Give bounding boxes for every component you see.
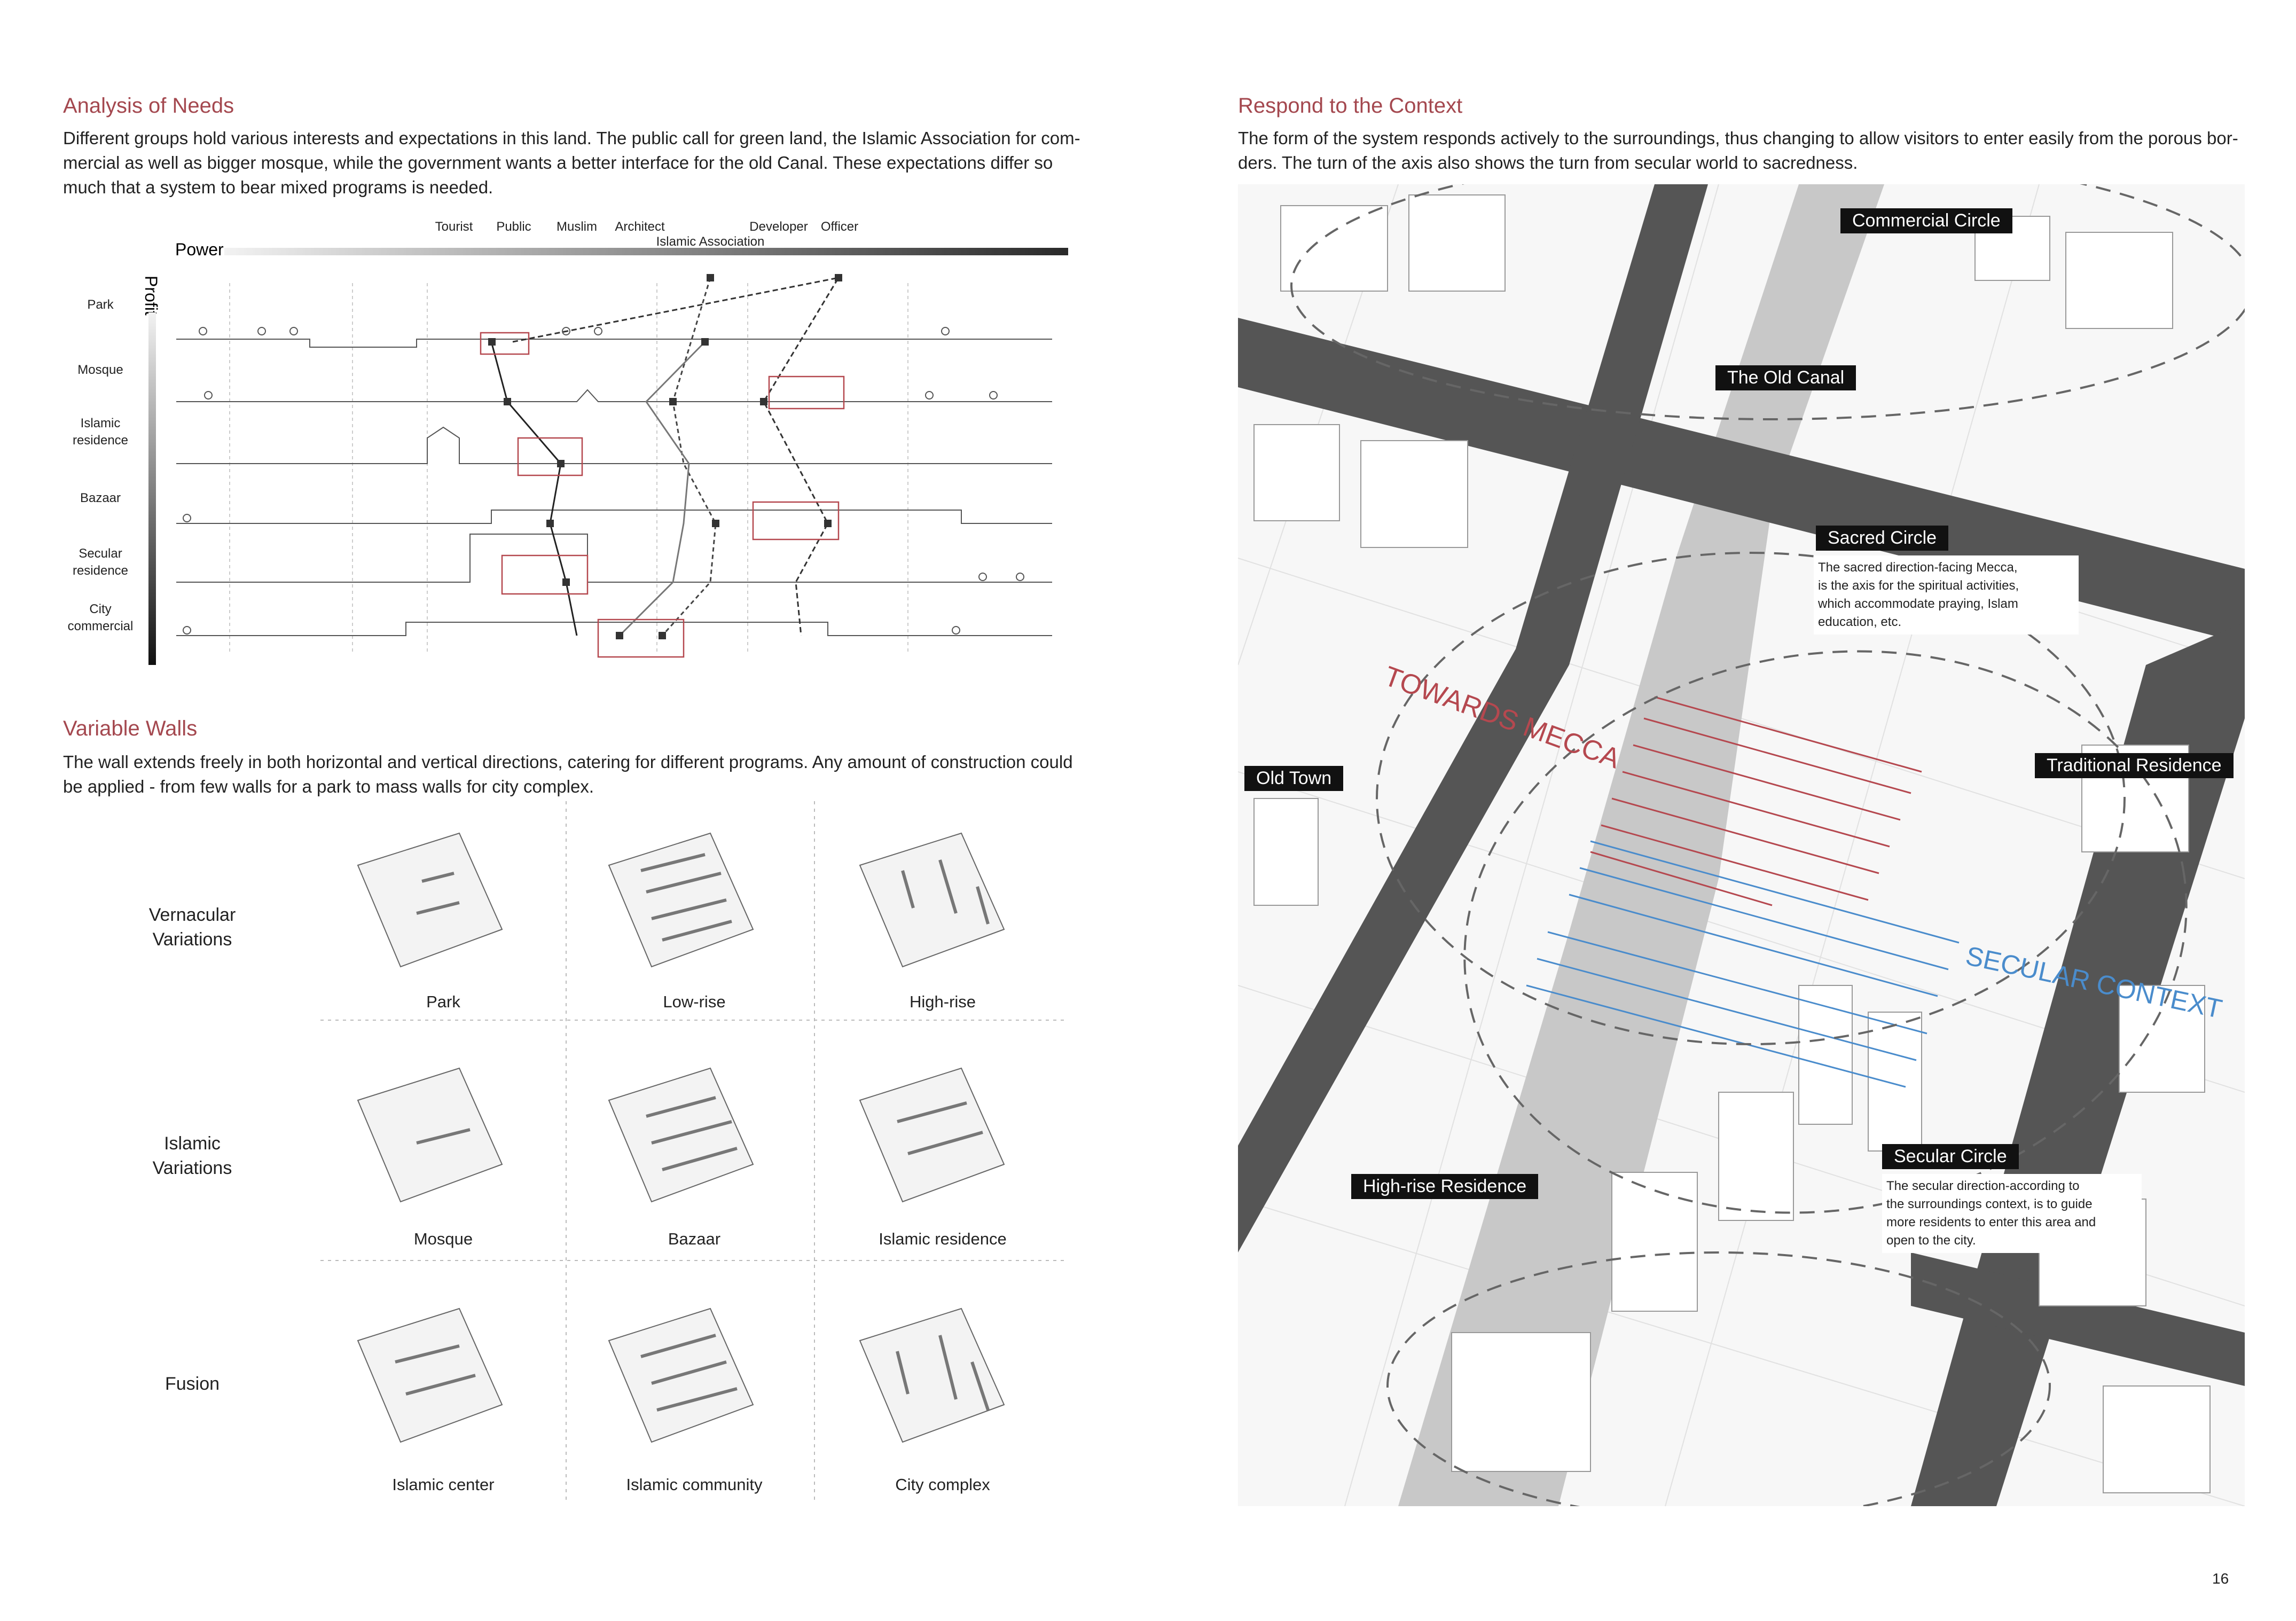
- row-label-line: Fusion: [164, 1374, 220, 1394]
- note-line: is the axis for the spiritual activities…: [1818, 578, 2019, 593]
- analysis-title: Analysis of Needs: [63, 94, 234, 118]
- analysis-line: much that a system to bear mixed program…: [63, 177, 493, 197]
- walls-cell-label: Islamic center: [392, 1475, 495, 1494]
- walls-row-label: Vernacular Variations: [123, 903, 262, 952]
- tag-traditional-residence: Traditional Residence: [2035, 753, 2234, 778]
- analysis-line: Different groups hold various interests …: [63, 128, 1080, 148]
- walls-line: be applied - from few walls for a park t…: [63, 777, 594, 796]
- context-line: ders. The turn of the axis also shows th…: [1238, 153, 1858, 173]
- program-label: commercial: [68, 619, 134, 633]
- row-label-line: Variations: [152, 1158, 232, 1178]
- walls-cell-label: Bazaar: [668, 1230, 721, 1248]
- note-line: education, etc.: [1818, 615, 1902, 629]
- walls-cell-label: Low-rise: [663, 992, 726, 1011]
- tag-high-rise-residence: High-rise Residence: [1351, 1174, 1539, 1199]
- stakeholder-label: Architect: [615, 220, 665, 234]
- program-label: residence: [73, 563, 128, 578]
- tag-secular-circle: Secular Circle: [1882, 1144, 2019, 1169]
- tag-old-town: Old Town: [1244, 766, 1344, 791]
- stakeholder-label: Developer: [749, 220, 808, 234]
- tag-sacred-circle: Sacred Circle: [1816, 526, 1949, 551]
- context-title: Respond to the Context: [1238, 94, 1463, 118]
- profit-bar: [148, 312, 156, 665]
- sacred-note: The sacred direction-facing Mecca, is th…: [1814, 555, 2079, 635]
- stakeholder-label: Officer: [821, 220, 858, 234]
- walls-line: The wall extends freely in both horizont…: [63, 752, 1073, 772]
- context-paragraph: The form of the system responds actively…: [1238, 126, 2263, 175]
- program-label: City: [89, 602, 111, 616]
- program-label: Park: [87, 297, 114, 312]
- power-label: Power: [175, 240, 224, 259]
- program-label: Mosque: [77, 363, 123, 377]
- note-line: which accommodate praying, Islam: [1818, 597, 2018, 611]
- row-label-line: Variations: [152, 929, 232, 950]
- stakeholder-label: Muslim: [557, 220, 597, 234]
- analysis-paragraph: Different groups hold various interests …: [63, 126, 1088, 200]
- walls-cell-label: City complex: [895, 1475, 990, 1494]
- power-bar: [224, 248, 1068, 255]
- note-line: the surroundings context, is to guide: [1886, 1197, 2093, 1211]
- row-label-line: Islamic: [164, 1133, 221, 1154]
- note-line: The sacred direction-facing Mecca,: [1818, 560, 2018, 575]
- walls-cell-label: Islamic residence: [879, 1230, 1007, 1248]
- tag-old-canal: The Old Canal: [1715, 365, 1856, 390]
- note-line: more residents to enter this area and: [1886, 1215, 2096, 1230]
- walls-row-label: Islamic Variations: [123, 1131, 262, 1180]
- walls-cell-label: High-rise: [909, 992, 976, 1011]
- program-label: Bazaar: [80, 491, 121, 505]
- program-label: Secular: [79, 546, 122, 561]
- page-number: 16: [2212, 1570, 2229, 1587]
- program-label: residence: [73, 433, 128, 448]
- stakeholder-label: Islamic Association: [656, 234, 765, 249]
- walls-row-label: Fusion: [123, 1372, 262, 1396]
- analysis-line: mercial as well as bigger mosque, while …: [63, 153, 1053, 173]
- stakeholder-label: Public: [496, 220, 531, 234]
- profit-label: Profit: [142, 276, 161, 316]
- walls-grid: [320, 801, 1068, 1501]
- row-label-line: Vernacular: [148, 905, 236, 925]
- stakeholder-label: Tourist: [435, 220, 473, 234]
- context-line: The form of the system responds actively…: [1238, 128, 2238, 148]
- tag-commercial-circle: Commercial Circle: [1840, 208, 2012, 233]
- walls-cell-label: Park: [426, 992, 460, 1011]
- walls-cell-label: Islamic community: [626, 1475, 763, 1494]
- program-label: Islamic: [81, 416, 121, 430]
- note-line: The secular direction-according to: [1886, 1179, 2080, 1193]
- secular-note: The secular direction-according to the s…: [1882, 1174, 2142, 1253]
- note-line: open to the city.: [1886, 1233, 1976, 1248]
- walls-cell-label: Mosque: [413, 1230, 473, 1248]
- walls-paragraph: The wall extends freely in both horizont…: [63, 750, 1099, 799]
- walls-title: Variable Walls: [63, 717, 198, 740]
- needs-diagram: Tourist Public Muslim Architect Islamic …: [68, 220, 1068, 665]
